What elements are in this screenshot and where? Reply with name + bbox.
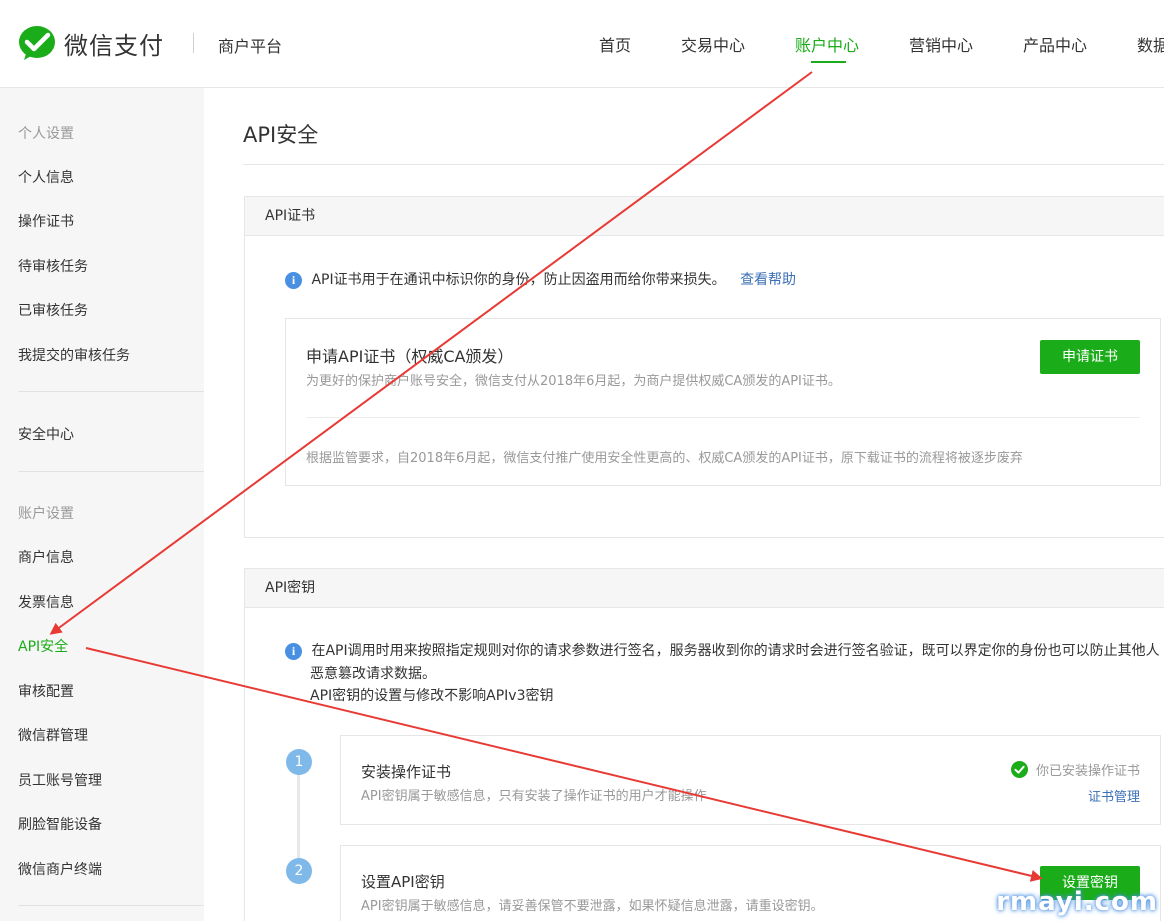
info-icon: i bbox=[285, 643, 302, 660]
api-key-info-line3: API密钥的设置与修改不影响APIv3密钥 bbox=[310, 688, 554, 704]
sidebar-item-wechat-group[interactable]: 微信群管理 bbox=[18, 725, 88, 745]
step-1-badge: 1 bbox=[286, 749, 312, 775]
sidebar-item-review-config[interactable]: 审核配置 bbox=[18, 681, 74, 701]
sidebar-item-merchant-info[interactable]: 商户信息 bbox=[18, 547, 74, 567]
sidebar-divider bbox=[18, 905, 204, 906]
nav-product-center[interactable]: 产品中心 bbox=[1023, 32, 1087, 56]
check-circle-icon bbox=[1010, 761, 1028, 778]
api-cert-heading: API证书 bbox=[245, 197, 1164, 236]
view-help-link[interactable]: 查看帮助 bbox=[740, 272, 796, 288]
sidebar-item-security-center[interactable]: 安全中心 bbox=[18, 424, 74, 444]
page-title: API安全 bbox=[243, 123, 319, 147]
sidebar-item-submitted-tasks[interactable]: 我提交的审核任务 bbox=[18, 345, 130, 365]
sidebar-item-face-devices[interactable]: 刷脸智能设备 bbox=[18, 814, 102, 834]
sidebar-divider bbox=[18, 471, 204, 472]
apply-cert-desc: 为更好的保护商户账号安全，微信支付从2018年6月起，为商户提供权威CA颁发的A… bbox=[306, 374, 841, 389]
platform-name: 商户平台 bbox=[218, 37, 283, 56]
sidebar-divider bbox=[18, 391, 204, 392]
wechat-pay-logo-icon bbox=[19, 26, 55, 60]
install-cert-card: 安装操作证书 API密钥属于敏感信息，只有安装了操作证书的用户才能操作 你已安装… bbox=[340, 735, 1161, 825]
api-key-heading: API密钥 bbox=[245, 569, 1164, 608]
sidebar-item-operation-cert[interactable]: 操作证书 bbox=[18, 211, 74, 231]
apply-cert-button[interactable]: 申请证书 bbox=[1040, 340, 1140, 374]
nav-trade-center[interactable]: 交易中心 bbox=[681, 32, 745, 56]
card-divider bbox=[306, 417, 1140, 418]
sidebar-group-account: 账户设置 bbox=[18, 506, 74, 522]
step-2-badge: 2 bbox=[286, 858, 312, 884]
cert-installed-text: 你已安装操作证书 bbox=[1035, 764, 1140, 779]
set-key-title: 设置API密钥 bbox=[361, 873, 445, 891]
nav-marketing-center[interactable]: 营销中心 bbox=[909, 32, 973, 56]
sidebar-item-merchant-terminal[interactable]: 微信商户终端 bbox=[18, 859, 102, 879]
brand-name: 微信支付 bbox=[64, 31, 164, 60]
install-cert-title: 安装操作证书 bbox=[361, 763, 452, 781]
sidebar-item-api-security[interactable]: API安全 bbox=[18, 636, 68, 656]
step-connector bbox=[297, 773, 300, 858]
apply-cert-card: 申请API证书（权威CA颁发） 为更好的保护商户账号安全，微信支付从2018年6… bbox=[285, 318, 1161, 486]
install-cert-desc: API密钥属于敏感信息，只有安装了操作证书的用户才能操作 bbox=[361, 789, 707, 804]
api-key-info: i 在API调用时用来按照指定规则对你的请求参数进行签名，服务器收到你的请求时会… bbox=[285, 640, 1160, 660]
nav-account-center[interactable]: 账户中心 bbox=[795, 32, 859, 56]
header-divider bbox=[193, 33, 194, 53]
sidebar-item-staff-accounts[interactable]: 员工账号管理 bbox=[18, 770, 102, 790]
api-key-info-line1: 在API调用时用来按照指定规则对你的请求参数进行签名，服务器收到你的请求时会进行… bbox=[311, 643, 1160, 659]
sidebar-item-pending-tasks[interactable]: 待审核任务 bbox=[18, 256, 88, 276]
nav-data-center[interactable]: 数据 bbox=[1137, 32, 1164, 56]
sidebar: 个人设置 个人信息 操作证书 待审核任务 已审核任务 我提交的审核任务 安全中心… bbox=[0, 88, 204, 921]
title-divider bbox=[243, 164, 1164, 165]
sidebar-item-personal-info[interactable]: 个人信息 bbox=[18, 167, 74, 187]
info-icon: i bbox=[285, 272, 302, 289]
apply-cert-title: 申请API证书（权威CA颁发） bbox=[306, 347, 514, 366]
watermark: rmayi.com bbox=[996, 887, 1158, 917]
nav-active-indicator bbox=[811, 61, 846, 63]
sidebar-item-reviewed-tasks[interactable]: 已审核任务 bbox=[18, 300, 88, 320]
nav-home[interactable]: 首页 bbox=[599, 32, 631, 56]
api-key-info-line2: 恶意篡改请求数据。 bbox=[310, 666, 436, 682]
api-cert-info: i API证书用于在通讯中标识你的身份，防止因盗用而给你带来损失。 查看帮助 bbox=[285, 269, 796, 289]
cert-installed-status: 你已安装操作证书 bbox=[1010, 760, 1140, 779]
sidebar-group-personal: 个人设置 bbox=[18, 126, 74, 142]
top-header: 微信支付 商户平台 首页 交易中心 账户中心 营销中心 产品中心 数据 bbox=[0, 0, 1164, 88]
api-cert-info-text: API证书用于在通讯中标识你的身份，防止因盗用而给你带来损失。 bbox=[311, 272, 726, 288]
set-key-desc: API密钥属于敏感信息，请妥善保管不要泄露，如果怀疑信息泄露，请重设密钥。 bbox=[361, 899, 824, 914]
sidebar-item-invoice-info[interactable]: 发票信息 bbox=[18, 592, 74, 612]
wechat-pay-logo[interactable]: 微信支付 bbox=[18, 24, 164, 62]
regulation-note: 根据监管要求，自2018年6月起，微信支付推广使用安全性更高的、权威CA颁发的A… bbox=[306, 451, 1023, 466]
cert-management-link[interactable]: 证书管理 bbox=[1088, 786, 1140, 805]
